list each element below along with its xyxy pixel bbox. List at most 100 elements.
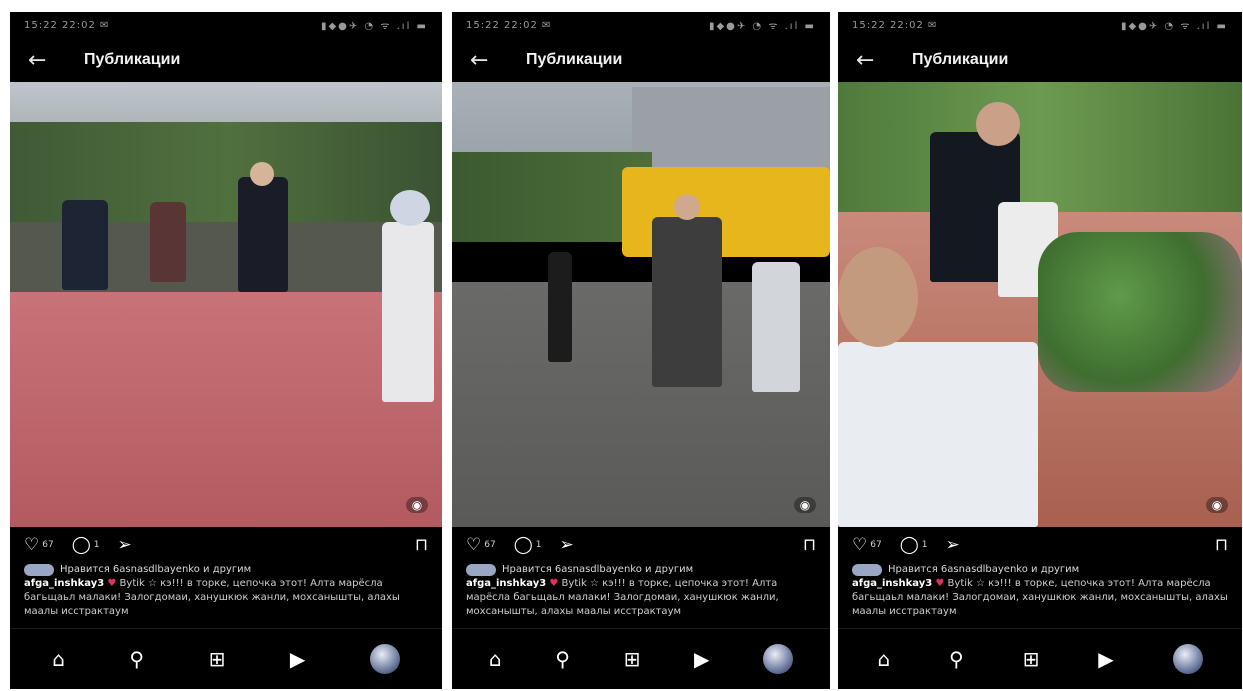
scene-head xyxy=(674,194,700,220)
search-icon[interactable]: ⚲ xyxy=(949,647,964,671)
create-icon[interactable]: ⊞ xyxy=(209,647,226,671)
app-bar: ← Публикации xyxy=(10,38,442,82)
comment-icon: ◯ xyxy=(71,535,91,555)
search-icon[interactable]: ⚲ xyxy=(129,647,144,671)
scene-head xyxy=(250,162,274,186)
like-count: 67 xyxy=(870,540,882,550)
share-icon[interactable]: ➢ xyxy=(945,535,959,555)
liked-by[interactable]: Нравится 6asnasdlbayenko и другим xyxy=(852,563,1228,577)
home-icon[interactable]: ⌂ xyxy=(877,647,890,671)
reel-icon[interactable]: ◉ xyxy=(794,497,816,513)
home-icon[interactable]: ⌂ xyxy=(52,647,65,671)
page-title: Публикации xyxy=(84,51,181,68)
post-caption: Нравится 6asnasdlbayenko и другим afga_i… xyxy=(10,563,442,635)
like-count: 67 xyxy=(484,540,496,550)
comment-icon: ◯ xyxy=(513,535,533,555)
back-arrow-icon[interactable]: ← xyxy=(470,48,496,73)
liked-by[interactable]: Нравится 6asnasdlbayenko и другим xyxy=(466,563,816,577)
heart-icon: ♡ xyxy=(24,535,40,555)
comment-icon: ◯ xyxy=(899,535,919,555)
post-actions: ♡ 67 ◯ 1 ➢ ⊓ xyxy=(452,527,830,563)
bottom-nav: ⌂ ⚲ ⊞ ▶ xyxy=(452,628,830,689)
create-icon[interactable]: ⊞ xyxy=(1023,647,1040,671)
phone-screen-1: 15:22 22:02 ✉ ▮◆●✈ ◔ ᯤ .ıl ▬ ← Публикаци… xyxy=(10,12,442,689)
post-media[interactable]: ◉ xyxy=(452,82,830,527)
comment-count: 1 xyxy=(535,540,542,550)
like-count: 67 xyxy=(42,540,54,550)
comment-action[interactable]: ◯ 1 xyxy=(72,535,100,555)
comment-action[interactable]: ◯ 1 xyxy=(514,535,542,555)
page-title: Публикации xyxy=(912,51,1009,68)
status-time: 15:22 22:02 ✉ xyxy=(466,19,552,31)
caption-username[interactable]: afga_inshkay3 xyxy=(852,578,932,589)
liker-avatars xyxy=(466,564,496,576)
scene-child xyxy=(62,200,108,290)
reels-icon[interactable]: ▶ xyxy=(290,647,305,671)
bottom-nav: ⌂ ⚲ ⊞ ▶ xyxy=(838,628,1242,689)
heart-emoji-icon: ♥ xyxy=(107,578,117,589)
status-icons: ▮◆●✈ ◔ ᯤ .ıl ▬ xyxy=(708,21,816,32)
create-icon[interactable]: ⊞ xyxy=(624,647,641,671)
save-icon[interactable]: ⊓ xyxy=(415,535,428,555)
liked-by-text: Нравится 6asnasdlbayenko и другим xyxy=(60,564,252,575)
scene-head xyxy=(838,247,918,347)
liker-avatars xyxy=(852,564,882,576)
phone-screen-3: 15:22 22:02 ✉ ▮◆●✈ ◔ ᯤ .ıl ▬ ← Публикаци… xyxy=(838,12,1242,689)
post-caption: Нравится 6asnasdlbayenko и другим afga_i… xyxy=(452,563,830,635)
status-time: 15:22 22:02 ✉ xyxy=(24,19,110,31)
scene-child-white xyxy=(382,222,434,402)
reels-icon[interactable]: ▶ xyxy=(694,647,709,671)
heart-emoji-icon: ♥ xyxy=(549,578,559,589)
caption-username[interactable]: afga_inshkay3 xyxy=(466,578,546,589)
comment-count: 1 xyxy=(93,540,100,550)
liked-by-text: Нравится 6asnasdlbayenko и другим xyxy=(502,564,694,575)
home-icon[interactable]: ⌂ xyxy=(489,647,502,671)
page-title: Публикации xyxy=(526,51,623,68)
comment-count: 1 xyxy=(921,540,928,550)
scene-adult xyxy=(238,177,288,292)
scene-head xyxy=(976,102,1020,146)
bottom-nav: ⌂ ⚲ ⊞ ▶ xyxy=(10,628,442,689)
save-icon[interactable]: ⊓ xyxy=(803,535,816,555)
scene-child xyxy=(150,202,186,282)
post-actions: ♡ 67 ◯ 1 ➢ ⊓ xyxy=(838,527,1242,563)
like-action[interactable]: ♡ 67 xyxy=(24,535,54,555)
profile-avatar[interactable] xyxy=(1172,644,1203,674)
scene-child-foreground xyxy=(838,342,1038,527)
comment-action[interactable]: ◯ 1 xyxy=(900,535,928,555)
post-media[interactable]: ◉ xyxy=(838,82,1242,527)
scene-child xyxy=(548,252,572,362)
back-arrow-icon[interactable]: ← xyxy=(856,48,882,73)
back-arrow-icon[interactable]: ← xyxy=(28,48,54,73)
scene-pink-tiles xyxy=(10,292,442,527)
search-icon[interactable]: ⚲ xyxy=(555,647,570,671)
status-bar: 15:22 22:02 ✉ ▮◆●✈ ◔ ᯤ .ıl ▬ xyxy=(452,12,830,38)
heart-icon: ♡ xyxy=(852,535,868,555)
post-media[interactable]: ◉ xyxy=(10,82,442,527)
save-icon[interactable]: ⊓ xyxy=(1215,535,1228,555)
profile-avatar[interactable] xyxy=(763,644,794,674)
phone-screen-2: 15:22 22:02 ✉ ▮◆●✈ ◔ ᯤ .ıl ▬ ← Публикаци… xyxy=(452,12,830,689)
liker-avatars xyxy=(24,564,54,576)
status-bar: 15:22 22:02 ✉ ▮◆●✈ ◔ ᯤ .ıl ▬ xyxy=(838,12,1242,38)
like-action[interactable]: ♡ 67 xyxy=(466,535,496,555)
like-action[interactable]: ♡ 67 xyxy=(852,535,882,555)
scene-flowerbed xyxy=(1038,232,1242,392)
share-icon[interactable]: ➢ xyxy=(559,535,573,555)
caption-username[interactable]: afga_inshkay3 xyxy=(24,578,104,589)
status-time: 15:22 22:02 ✉ xyxy=(852,19,938,31)
heart-emoji-icon: ♥ xyxy=(935,578,945,589)
status-icons: ▮◆●✈ ◔ ᯤ .ıl ▬ xyxy=(1120,21,1228,32)
reel-icon[interactable]: ◉ xyxy=(1206,497,1228,513)
post-actions: ♡ 67 ◯ 1 ➢ ⊓ xyxy=(10,527,442,563)
scene-adult xyxy=(652,217,722,387)
liked-by[interactable]: Нравится 6asnasdlbayenko и другим xyxy=(24,563,428,577)
reel-icon[interactable]: ◉ xyxy=(406,497,428,513)
reels-icon[interactable]: ▶ xyxy=(1098,647,1113,671)
post-caption: Нравится 6asnasdlbayenko и другим afga_i… xyxy=(838,563,1242,635)
share-icon[interactable]: ➢ xyxy=(117,535,131,555)
heart-icon: ♡ xyxy=(466,535,482,555)
scene-head xyxy=(390,190,430,226)
profile-avatar[interactable] xyxy=(369,644,400,674)
app-bar: ← Публикации xyxy=(452,38,830,82)
